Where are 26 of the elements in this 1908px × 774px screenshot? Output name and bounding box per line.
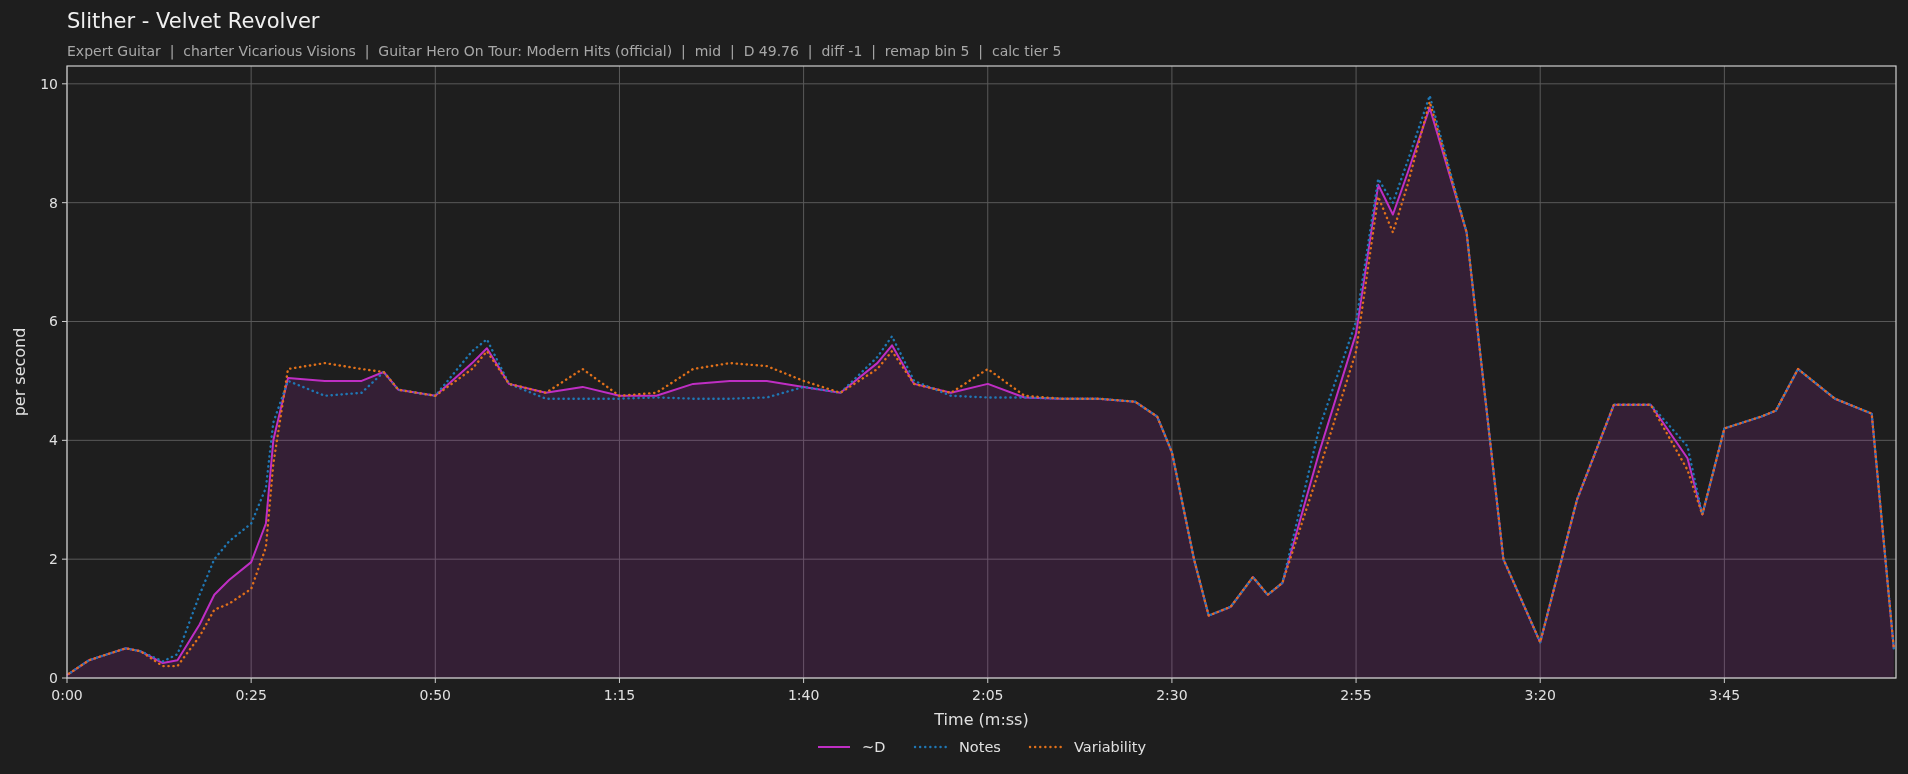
x-tick-label: 1:40 bbox=[787, 687, 820, 703]
legend-label: Notes bbox=[959, 739, 1001, 755]
legend-entry: Notes bbox=[913, 739, 1001, 755]
legend-entry: ~D bbox=[817, 739, 886, 755]
legend-entry: Variability bbox=[1028, 739, 1147, 755]
y-tick-label: 2 bbox=[49, 551, 58, 568]
x-tick-label: 2:05 bbox=[972, 687, 1004, 703]
y-tick-label: 0 bbox=[49, 670, 58, 686]
x-tick-label: 3:45 bbox=[1708, 687, 1741, 703]
y-tick-label: 8 bbox=[49, 194, 58, 211]
x-axis-title: Time (m:ss) bbox=[934, 710, 1029, 729]
legend-label: ~D bbox=[862, 739, 886, 755]
y-tick-label: 6 bbox=[49, 313, 58, 330]
y-tick-label: 10 bbox=[40, 75, 58, 92]
x-tick-label: 2:55 bbox=[1340, 687, 1372, 703]
x-tick-label: 0:50 bbox=[419, 687, 452, 703]
x-tick-label: 0:00 bbox=[51, 687, 83, 703]
x-tick-label: 3:20 bbox=[1524, 687, 1556, 703]
x-tick-label: 0:25 bbox=[235, 687, 267, 703]
x-tick-label: 1:15 bbox=[603, 687, 636, 703]
legend-label: Variability bbox=[1074, 739, 1147, 755]
chart-title: Slither - Velvet Revolver bbox=[67, 8, 320, 35]
x-tick-label: 2:30 bbox=[1156, 687, 1188, 703]
y-tick-label: 4 bbox=[49, 432, 58, 449]
chart-subtitle: Expert Guitar | charter Vicarious Visions | Guitar Hero On Tour: Modern Hits (official) | mid | D 49.76 | diff -1 | remap bin 5 | calc tier 5 bbox=[67, 42, 1062, 61]
y-axis-title: per second bbox=[10, 327, 29, 417]
